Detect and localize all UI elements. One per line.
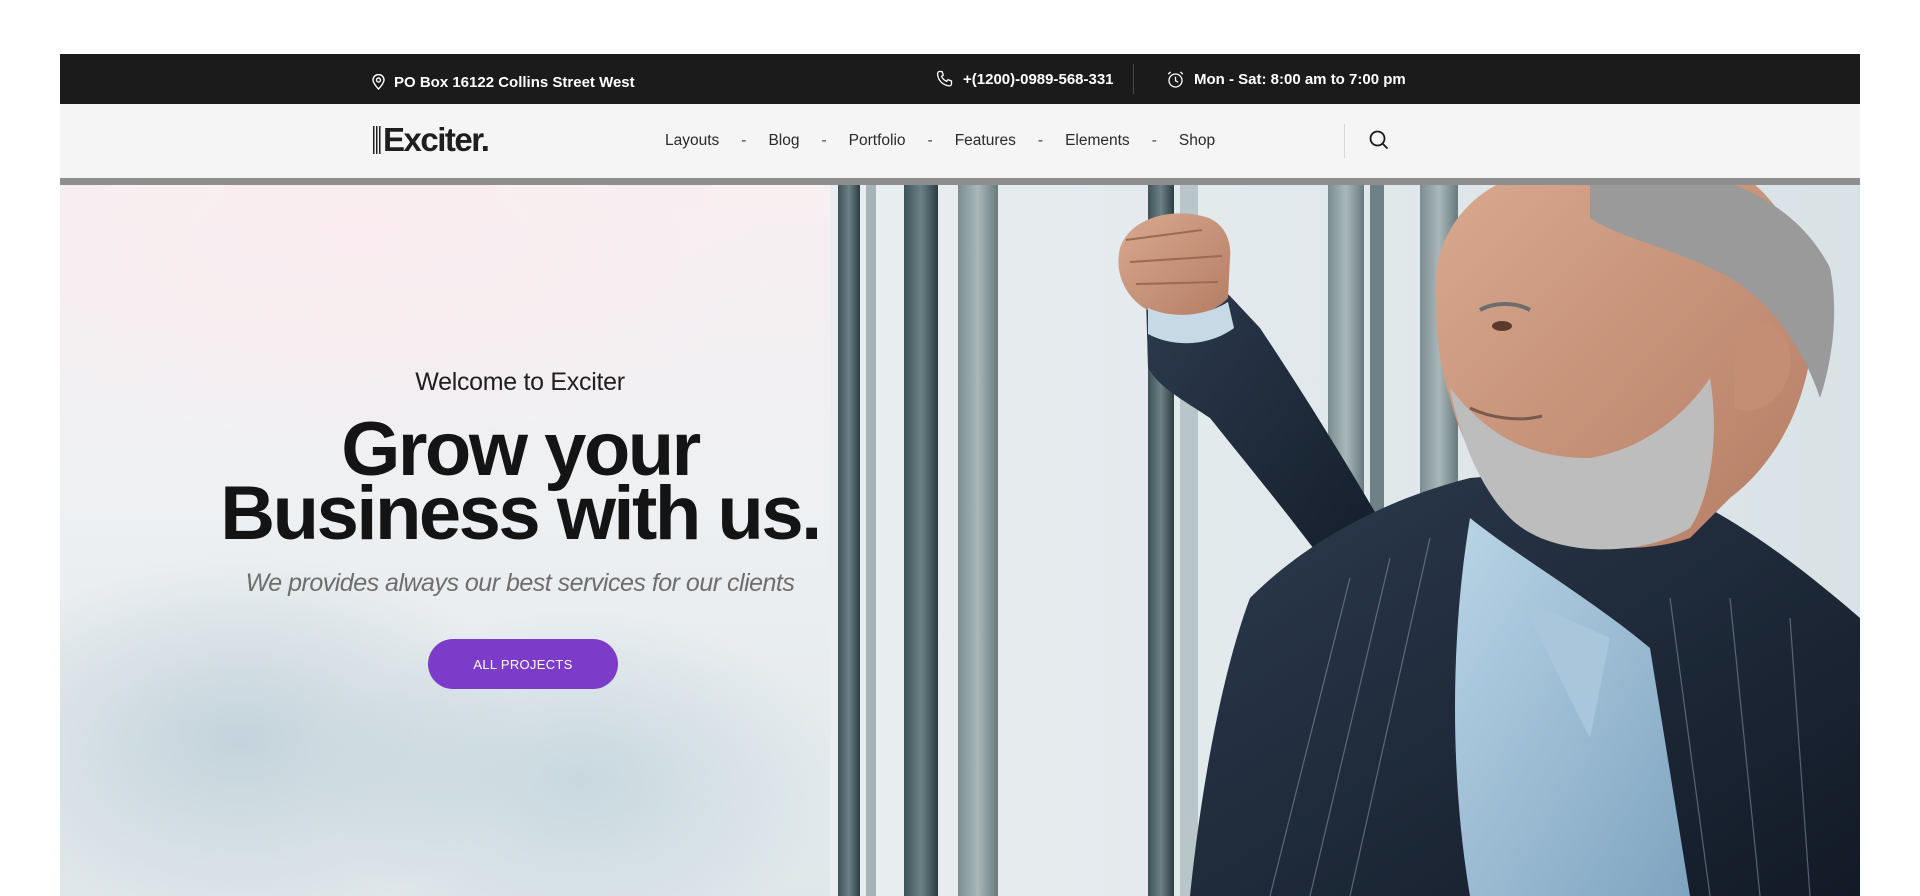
hero-section: Welcome to Exciter Grow your Business wi… — [60, 178, 1860, 896]
nav-item-blog[interactable]: Blog — [768, 132, 799, 150]
nav-divider — [1344, 124, 1345, 158]
phone-info[interactable]: +(1200)-0989-568-331 — [936, 54, 1114, 104]
hero-welcome: Welcome to Exciter — [415, 368, 625, 396]
nav-separator: - — [927, 132, 933, 149]
primary-nav: Layouts - Blog - Portfolio - Features - … — [665, 104, 1215, 178]
search-icon — [1368, 129, 1389, 155]
address-text: PO Box 16122 Collins Street West — [394, 73, 635, 91]
all-projects-button[interactable]: ALL PROJECTS — [428, 639, 618, 689]
nav-item-shop[interactable]: Shop — [1179, 132, 1215, 150]
top-info-bar: PO Box 16122 Collins Street West +(1200)… — [60, 54, 1860, 104]
hero-headline-line-2: Business with us. — [220, 471, 822, 556]
map-pin-icon — [372, 74, 385, 90]
hours-text: Mon - Sat: 8:00 am to 7:00 pm — [1194, 70, 1406, 88]
nav-item-portfolio[interactable]: Portfolio — [849, 132, 906, 150]
address-info: PO Box 16122 Collins Street West — [372, 57, 635, 107]
alarm-clock-icon — [1166, 70, 1185, 89]
hero-photo — [830, 178, 1860, 896]
nav-item-layouts[interactable]: Layouts — [665, 132, 719, 150]
logo-text: Exciter. — [383, 121, 490, 158]
page-frame: PO Box 16122 Collins Street West +(1200)… — [60, 54, 1860, 896]
nav-item-elements[interactable]: Elements — [1065, 132, 1130, 150]
nav-separator: - — [821, 132, 827, 149]
hours-info: Mon - Sat: 8:00 am to 7:00 pm — [1166, 54, 1406, 104]
search-button[interactable] — [1366, 130, 1390, 154]
hero-headline: Grow your Business with us. — [60, 412, 980, 556]
main-navbar: Exciter. Layouts - Blog - Portfolio - Fe… — [60, 104, 1860, 178]
navbar-bottom-strip — [60, 178, 1860, 185]
nav-separator: - — [741, 132, 747, 149]
site-logo[interactable]: Exciter. — [373, 121, 490, 158]
topbar-divider — [1133, 64, 1134, 94]
logo-mark — [373, 126, 382, 154]
window-frames-illustration — [830, 178, 1860, 896]
phone-icon — [936, 70, 954, 88]
hero-content: Welcome to Exciter Grow your Business wi… — [60, 178, 980, 896]
nav-separator: - — [1151, 132, 1157, 149]
hero-subtitle: We provides always our best services for… — [245, 569, 795, 597]
nav-separator: - — [1037, 132, 1044, 149]
phone-text: +(1200)-0989-568-331 — [963, 70, 1114, 88]
nav-item-features[interactable]: Features — [955, 132, 1016, 150]
